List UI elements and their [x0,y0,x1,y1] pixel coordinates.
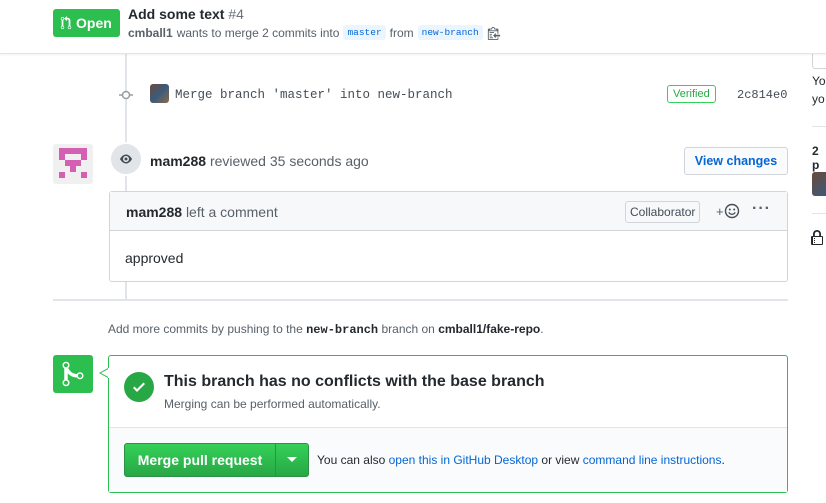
add-reaction-button[interactable]: + [716,203,740,219]
comment-header: mam288 left a comment Collaborator + ··· [110,192,787,231]
comment-body: approved [125,250,184,266]
review-summary: mam288 reviewed 35 seconds ago [150,153,369,169]
open-in-desktop-link[interactable]: open this in GitHub Desktop [389,453,538,467]
verified-badge[interactable]: Verified [667,85,716,103]
commit-sha[interactable]: 2c814e0 [737,88,787,102]
sidebar-text-2: yo [812,92,825,106]
also-prefix: You can also [317,453,386,467]
add-commits-middle: branch on [381,322,435,336]
add-commits-suffix: . [540,322,544,336]
sidebar-participants-heading: 2 p [812,144,820,172]
comment-author-line: mam288 left a comment [126,204,278,220]
commit-icon [119,90,133,100]
sidebar-divider [812,126,826,127]
comment-action: left a comment [185,204,278,220]
git-merge-icon [62,361,84,387]
pr-author[interactable]: cmball1 [128,26,173,40]
commit-message[interactable]: Merge branch 'master' into new-branch [175,88,453,102]
sidebar-participant-avatar[interactable] [812,172,826,196]
caret-down-icon [287,457,297,462]
review-event-badge [109,142,143,176]
pr-number: #4 [228,6,244,22]
reviewer-avatar[interactable] [53,144,93,184]
reviewer-name[interactable]: mam288 [150,153,206,169]
smiley-icon [724,203,739,219]
merge-alternatives: You can also open this in GitHub Desktop… [317,453,725,467]
also-suffix: . [721,453,725,467]
from-text: from [389,25,414,40]
status-check-badge [124,372,154,402]
review-action: reviewed [209,153,266,169]
merge-box-pointer [99,368,109,378]
sidebar-divider [812,213,826,214]
review-comment: mam288 left a comment Collaborator + ···… [109,191,788,282]
merge-method-dropdown[interactable] [275,443,309,477]
merge-status-subtitle: Merging can be performed automatically. [164,397,381,411]
or-view: or view [541,453,580,467]
lock-icon[interactable] [810,230,824,246]
pr-title-text: Add some text [128,6,225,22]
clipboard-icon[interactable] [487,26,501,40]
view-changes-button[interactable]: View changes [684,147,788,175]
collaborator-badge: Collaborator [625,201,701,223]
eye-icon [120,154,132,164]
git-pull-request-icon [60,16,72,30]
pr-sticky-header: Open Add some text #4 cmball1 wants to m… [0,0,826,54]
sidebar-text-1: Yo [812,74,826,88]
add-commits-prefix: Add more commits by pushing to the [108,322,303,336]
head-branch-ref[interactable]: new-branch [417,25,483,40]
pr-title: Add some text #4 [128,6,244,22]
add-commits-repo: cmball1/fake-repo [438,322,541,336]
check-icon [133,382,145,392]
kebab-icon[interactable]: ··· [752,200,771,218]
timeline-divider [53,299,788,301]
merge-status-title: This branch has no conflicts with the ba… [164,373,545,390]
merge-pull-request-button[interactable]: Merge pull request [124,443,276,477]
pr-state-badge: Open [53,9,120,37]
merge-separator [109,427,787,428]
comment-author[interactable]: mam288 [126,204,182,220]
merge-text: wants to merge 2 commits into [176,25,340,40]
add-commits-hint: Add more commits by pushing to the new-b… [108,322,544,337]
reaction-plus: + [716,203,724,219]
review-time[interactable]: 35 seconds ago [270,153,369,169]
command-line-instructions-link[interactable]: command line instructions [583,453,722,467]
add-commits-branch: new-branch [306,323,379,337]
base-branch-ref[interactable]: master [343,25,386,40]
merge-status-icon [53,355,93,393]
commit-author-avatar[interactable] [150,84,169,103]
pr-meta: cmball1 wants to merge 2 commits into ma… [128,25,501,40]
pr-state-label: Open [76,15,112,31]
sidebar-button[interactable] [812,52,826,69]
